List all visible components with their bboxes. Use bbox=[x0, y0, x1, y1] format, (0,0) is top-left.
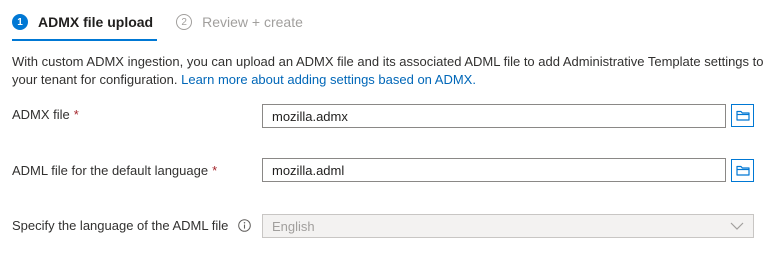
adml-browse-button[interactable] bbox=[731, 159, 754, 182]
folder-icon bbox=[735, 110, 750, 121]
admx-file-label-text: ADMX file bbox=[12, 107, 70, 122]
language-label: Specify the language of the ADML file bbox=[12, 218, 252, 233]
adml-file-label: ADML file for the default language * bbox=[12, 163, 217, 178]
admx-file-label: ADMX file * bbox=[12, 107, 79, 122]
adml-file-input[interactable] bbox=[262, 158, 726, 182]
adml-file-label-text: ADML file for the default language bbox=[12, 163, 209, 178]
admx-file-input[interactable] bbox=[262, 104, 726, 128]
active-step-indicator bbox=[12, 39, 157, 41]
required-marker: * bbox=[212, 163, 218, 178]
language-select[interactable]: English bbox=[262, 214, 754, 238]
language-selected-value: English bbox=[272, 218, 315, 234]
step-review-create[interactable]: 2 Review + create bbox=[176, 11, 303, 33]
learn-more-link[interactable]: Learn more about adding settings based o… bbox=[181, 72, 476, 87]
language-label-text: Specify the language of the ADML file bbox=[12, 218, 229, 233]
step-admx-file-upload[interactable]: 1 ADMX file upload bbox=[12, 11, 153, 33]
step-number-badge: 2 bbox=[176, 14, 193, 30]
page-description: With custom ADMX ingestion, you can uplo… bbox=[12, 53, 772, 89]
folder-icon bbox=[735, 165, 750, 176]
step-label: ADMX file upload bbox=[38, 14, 154, 30]
wizard-steps: 1 ADMX file upload 2 Review + create bbox=[12, 11, 303, 33]
admx-browse-button[interactable] bbox=[731, 104, 754, 127]
step-number-badge: 1 bbox=[12, 14, 28, 30]
step-label: Review + create bbox=[202, 14, 303, 30]
info-icon[interactable] bbox=[238, 219, 252, 232]
chevron-down-icon bbox=[730, 222, 744, 230]
required-marker: * bbox=[73, 107, 79, 122]
